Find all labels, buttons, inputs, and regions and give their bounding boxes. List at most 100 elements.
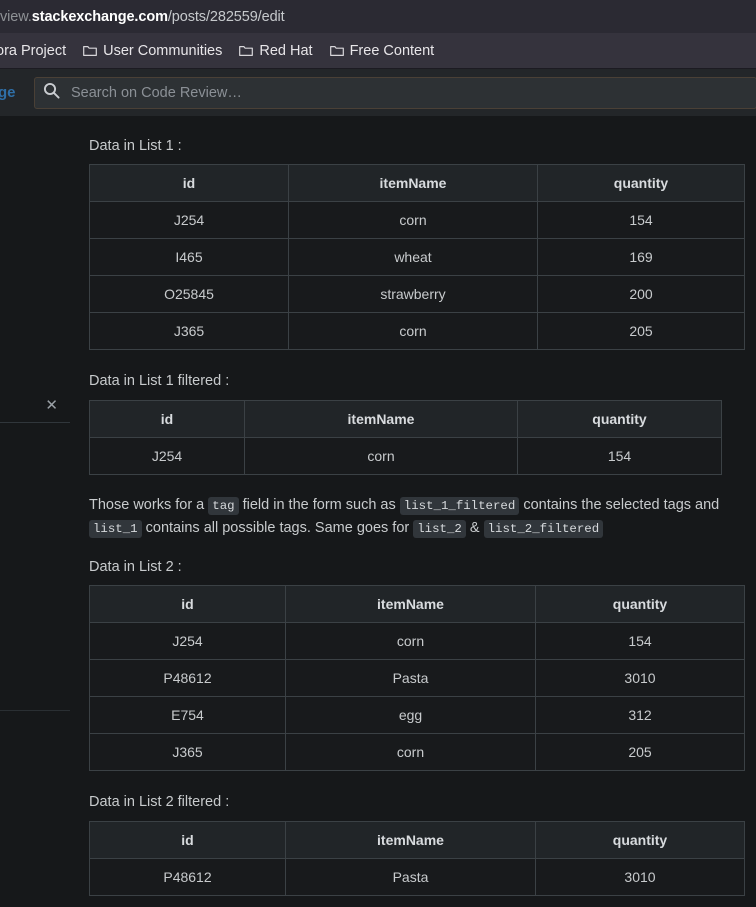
table-list-2: id itemName quantity J254 corn 154 P4861… [89, 585, 745, 771]
divider [0, 710, 70, 711]
search-input[interactable] [69, 83, 748, 102]
cell-id: J254 [89, 201, 289, 239]
cell-id: P48612 [89, 858, 286, 896]
table-row: P48612 Pasta 3010 [89, 858, 745, 896]
table-row: E754 egg 312 [89, 696, 745, 734]
cell-id: J254 [89, 622, 286, 660]
folder-icon [239, 45, 254, 57]
cell-id: E754 [89, 696, 286, 734]
cell-id: P48612 [89, 659, 286, 697]
text-segment: Those works for a [89, 497, 209, 513]
column-header-quantity: quantity [535, 585, 745, 623]
cell-id: I465 [89, 238, 289, 276]
column-header-itemname: itemName [285, 821, 536, 859]
table-header-row: id itemName quantity [89, 400, 722, 438]
url-prefix: view. [0, 8, 32, 25]
cell-id: J254 [89, 437, 245, 475]
table-row: P48612 Pasta 3010 [89, 659, 745, 697]
cell-quantity: 205 [535, 733, 745, 771]
bookmark-free-content[interactable]: Free Content [322, 40, 443, 62]
table-header-row: id itemName quantity [89, 585, 745, 623]
text-segment: field in the form such as [238, 497, 400, 513]
cell-quantity: 154 [535, 622, 745, 660]
cell-quantity: 154 [517, 437, 722, 475]
table-row: I465 wheat 169 [89, 238, 745, 276]
bookmark-fedora-project[interactable]: ora Project [0, 40, 74, 62]
inline-code-list2-filtered: list_2_filtered [483, 520, 604, 539]
table-header-row: id itemName quantity [89, 821, 745, 859]
table-row: J254 corn 154 [89, 201, 745, 239]
bookmark-label: ora Project [0, 42, 67, 59]
cell-quantity: 169 [537, 238, 745, 276]
cell-itemname: strawberry [288, 275, 538, 313]
cell-id: J365 [89, 733, 286, 771]
url-path: /posts/282559/edit [167, 8, 285, 25]
site-header: ge [0, 69, 756, 117]
text-segment: contains all possible tags. Same goes fo… [141, 520, 414, 537]
column-header-itemname: itemName [288, 164, 538, 202]
close-icon[interactable]: ✕ [45, 398, 58, 413]
table-list-1-filtered: id itemName quantity J254 corn 154 [89, 400, 722, 475]
column-header-itemname: itemName [285, 585, 536, 623]
table-list-1: id itemName quantity J254 corn 154 I465 … [89, 164, 745, 350]
cell-quantity: 205 [537, 312, 745, 350]
bookmark-user-communities[interactable]: User Communities [75, 40, 230, 62]
bookmarks-bar: ora Project User Communities Red Hat Fre… [0, 33, 756, 69]
post-body: Data in List 1 : id itemName quantity J2… [89, 116, 756, 907]
table-header-row: id itemName quantity [89, 164, 745, 202]
cell-itemname: Pasta [285, 659, 536, 697]
column-header-itemname: itemName [244, 400, 518, 438]
cell-quantity: 3010 [535, 858, 745, 896]
bookmark-label: Free Content [349, 42, 435, 59]
table-list-2-filtered: id itemName quantity P48612 Pasta 3010 [89, 821, 745, 896]
cell-itemname: wheat [288, 238, 538, 276]
inline-code-tag: tag [208, 497, 239, 515]
bookmark-label: Red Hat [259, 42, 313, 59]
cell-quantity: 200 [537, 275, 745, 313]
bookmark-red-hat[interactable]: Red Hat [231, 40, 320, 62]
cell-itemname: Pasta [285, 858, 536, 896]
table-row: J254 corn 154 [89, 622, 745, 660]
folder-icon [329, 45, 344, 57]
url-host: stackexchange.com [31, 8, 168, 25]
label-data-list-1: Data in List 1 : [89, 138, 182, 154]
inline-code-list1-filtered: list_1_filtered [399, 497, 520, 515]
cell-itemname: corn [285, 622, 536, 660]
sidebar-rail: d ✕ w for nd tational Team ns? [0, 116, 78, 907]
page-content-area: d ✕ w for nd tational Team ns? Data in L… [0, 116, 756, 907]
table-row: J365 corn 205 [89, 312, 745, 350]
search-icon [43, 82, 60, 104]
text-segment: & [465, 520, 484, 537]
column-header-id: id [89, 585, 286, 623]
cell-itemname: egg [285, 696, 536, 734]
cell-id: O25845 [89, 275, 289, 313]
search-bar[interactable] [34, 76, 756, 109]
label-data-list-2-filtered: Data in List 2 filtered : [89, 794, 230, 810]
label-data-list-2: Data in List 2 : [89, 559, 182, 575]
label-data-list-1-filtered: Data in List 1 filtered : [89, 373, 230, 389]
browser-chrome: view.stackexchange.com/posts/282559/edit… [0, 0, 756, 117]
cell-quantity: 154 [537, 201, 745, 239]
column-header-id: id [89, 400, 245, 438]
inline-code-list2: list_2 [413, 520, 466, 539]
stackexchange-logo[interactable]: ge [0, 84, 28, 101]
browser-url-bar[interactable]: view.stackexchange.com/posts/282559/edit [0, 0, 756, 33]
table-row: J254 corn 154 [89, 437, 722, 475]
column-header-id: id [89, 821, 286, 859]
bookmark-label: User Communities [103, 42, 223, 59]
divider [0, 422, 70, 423]
cell-itemname: corn [285, 733, 536, 771]
table-row: J365 corn 205 [89, 733, 745, 771]
paragraph-tag-explanation: Those works for a tag field in the form … [89, 494, 748, 541]
promo-heading: w for [0, 438, 78, 456]
cell-itemname: corn [288, 201, 538, 239]
inline-code-list1: list_1 [89, 520, 142, 539]
column-header-quantity: quantity [517, 400, 722, 438]
text-segment: contains the selected tags and [519, 497, 720, 513]
cell-itemname: corn [288, 312, 538, 350]
url-text: view.stackexchange.com/posts/282559/edit [0, 9, 285, 25]
cell-id: J365 [89, 312, 289, 350]
cell-quantity: 312 [535, 696, 745, 734]
column-header-quantity: quantity [537, 164, 745, 202]
cell-itemname: corn [244, 437, 518, 475]
